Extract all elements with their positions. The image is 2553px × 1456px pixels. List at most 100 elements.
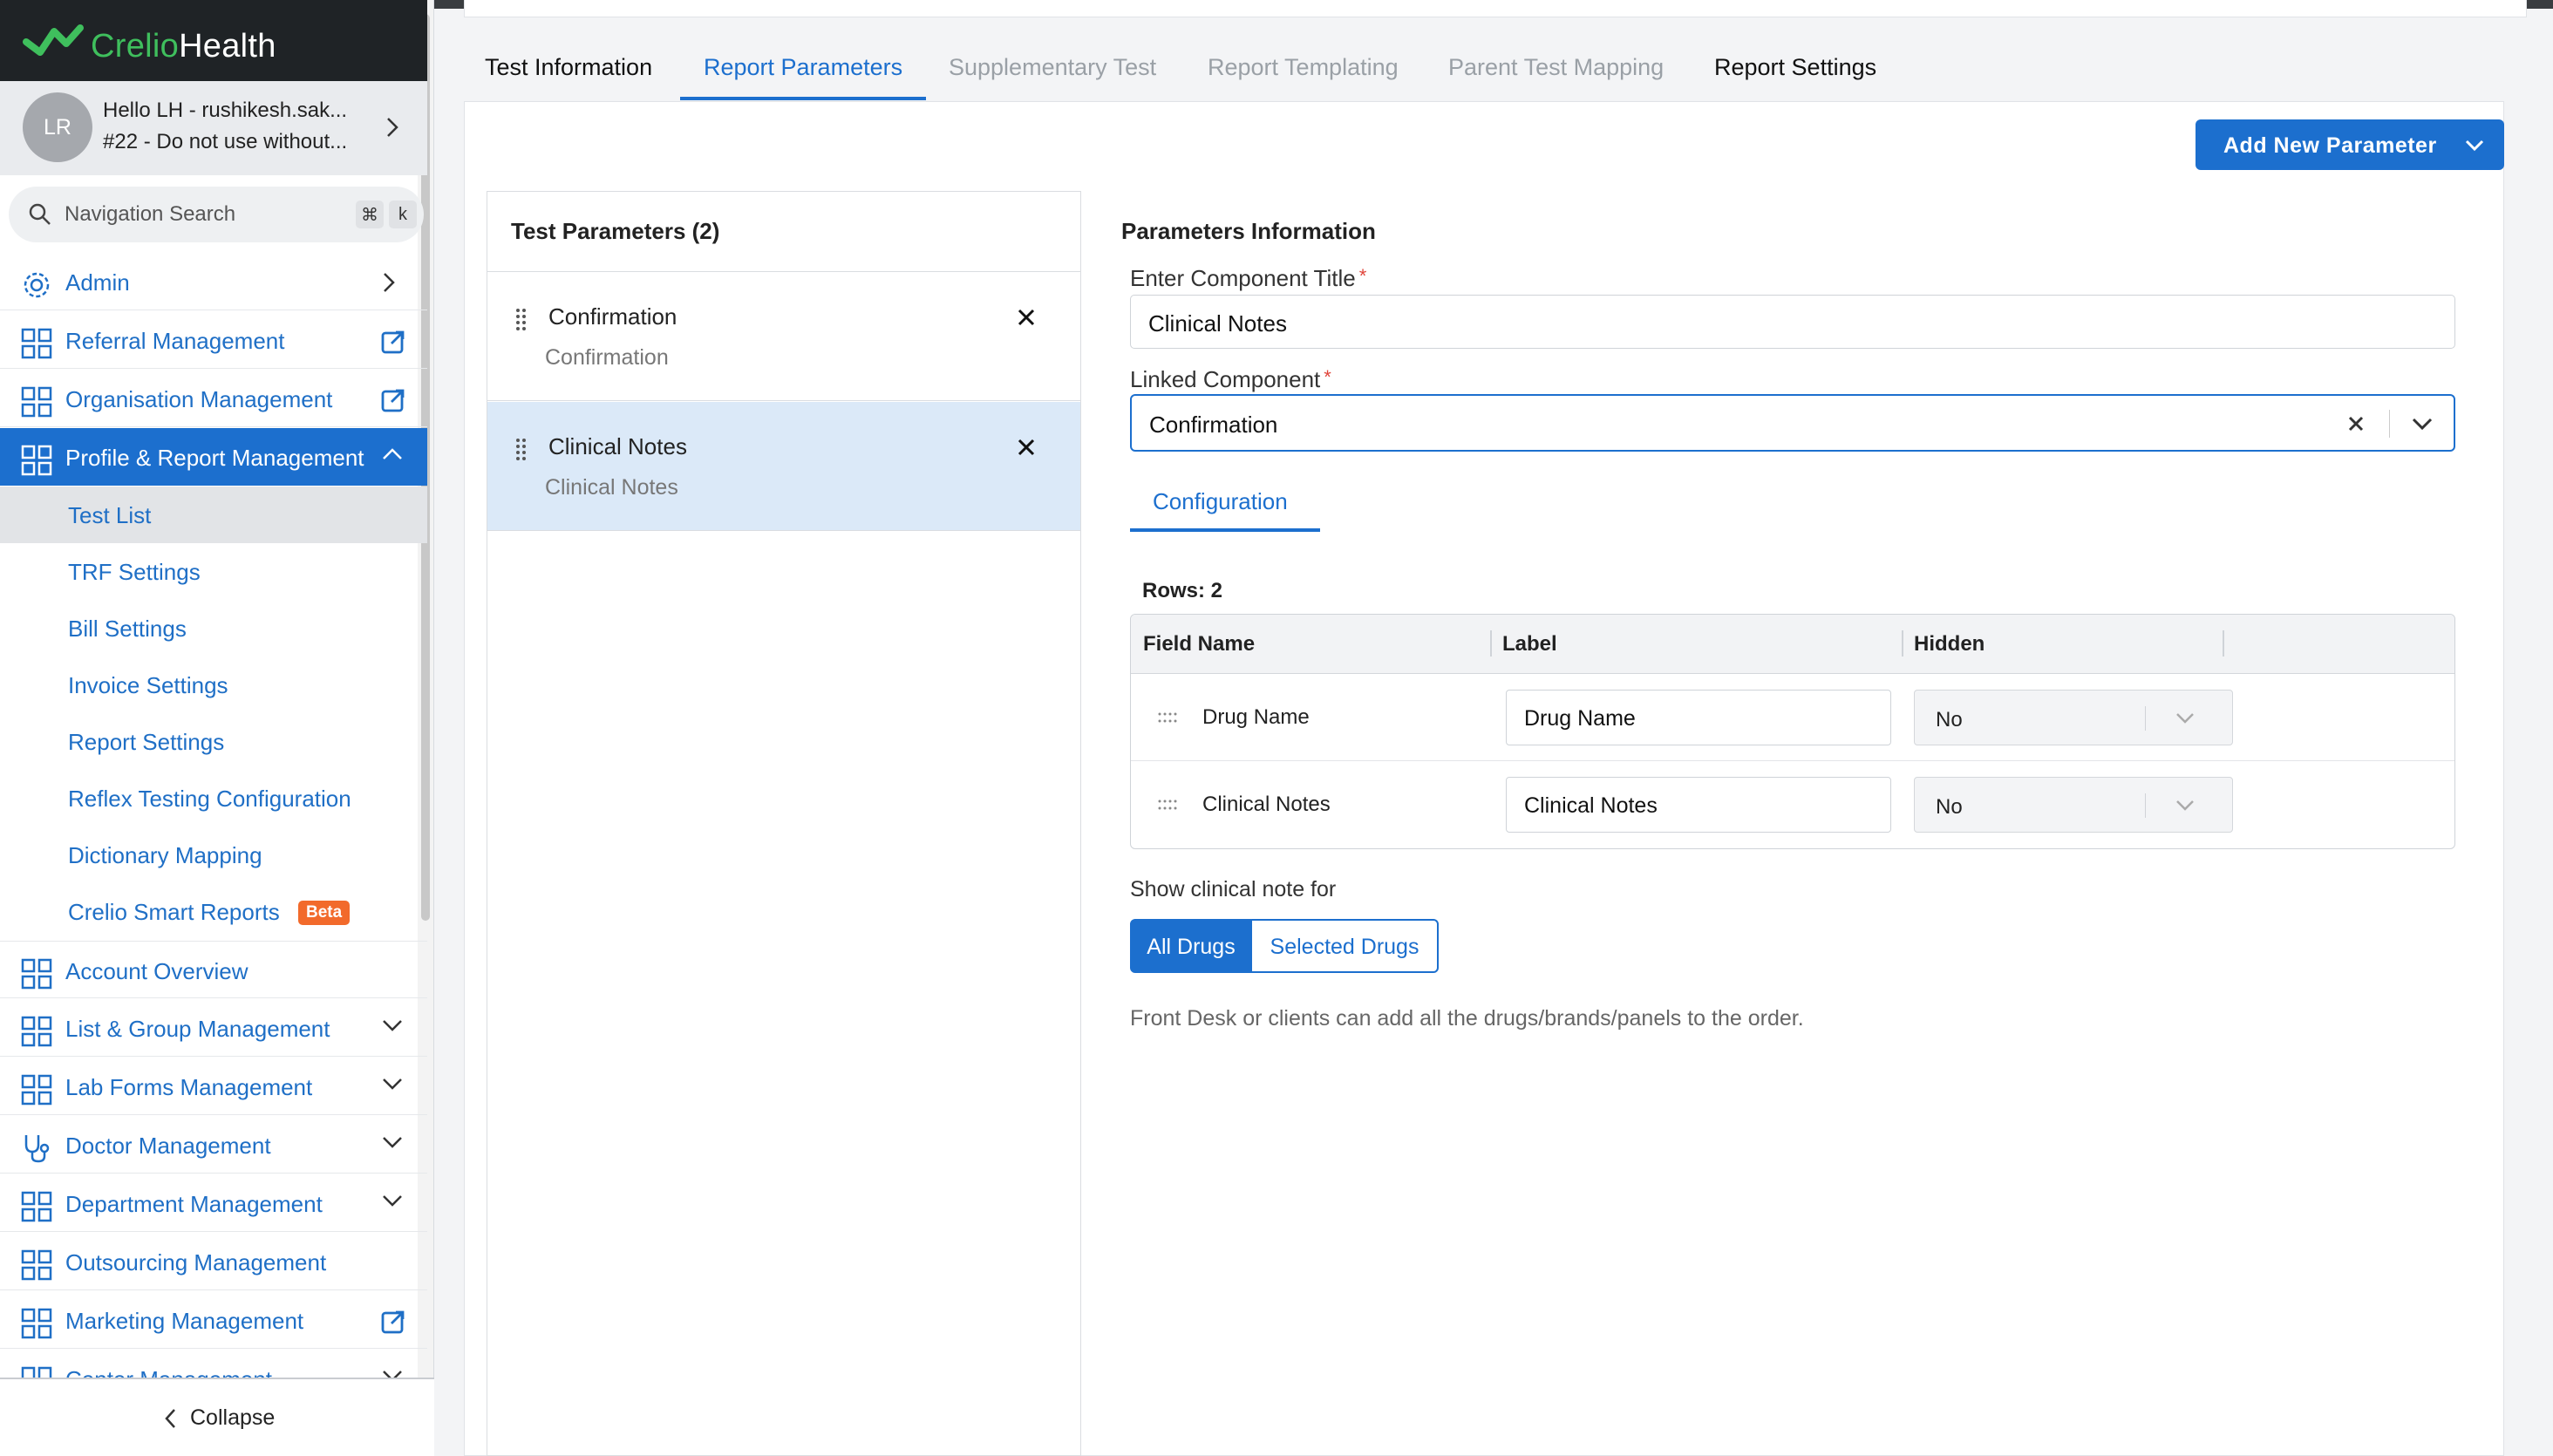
chevron-down-icon xyxy=(383,1371,402,1378)
parameter-name: Clinical Notes xyxy=(548,433,687,459)
parameter-item-confirmation[interactable]: Confirmation Confirmation xyxy=(487,272,1080,401)
add-new-parameter-button[interactable]: Add New Parameter xyxy=(2196,119,2504,170)
clear-icon[interactable] xyxy=(2345,413,2366,434)
sidebar-subitem-dictionary-mapping[interactable]: Dictionary Mapping xyxy=(0,827,427,883)
sidebar-item-department-management[interactable]: Department Management xyxy=(0,1174,427,1232)
sidebar-item-label: Center Management xyxy=(65,1366,272,1378)
drag-handle-icon[interactable] xyxy=(515,307,528,331)
chevron-right-icon xyxy=(387,118,398,137)
component-title-label: Enter Component Title * xyxy=(1130,265,1367,291)
label-input[interactable]: Drug Name xyxy=(1506,690,1891,745)
column-divider[interactable] xyxy=(1902,630,1903,657)
label-input[interactable]: Clinical Notes xyxy=(1506,777,1891,833)
sidebar-subitem-label: Reflex Testing Configuration xyxy=(68,786,351,812)
sidebar-item-label: Profile & Report Management xyxy=(65,445,364,471)
show-clinical-note-label: Show clinical note for xyxy=(1130,877,1337,901)
grid-icon xyxy=(21,1249,52,1281)
drag-handle-icon[interactable] xyxy=(1157,799,1178,811)
tab-report-parameters[interactable]: Report Parameters xyxy=(704,54,902,81)
required-asterisk: * xyxy=(1324,366,1331,388)
sidebar-item-admin[interactable]: Admin xyxy=(0,253,427,310)
sidebar-item-outsourcing-management[interactable]: Outsourcing Management xyxy=(0,1233,427,1290)
drag-handle-icon[interactable] xyxy=(515,437,528,461)
column-header-label: Label xyxy=(1502,632,1557,656)
sidebar-subitem-smart-reports[interactable]: Crelio Smart Reports Beta xyxy=(0,883,427,940)
label-input-value: Clinical Notes xyxy=(1524,793,1658,818)
sidebar-item-list-group-management[interactable]: List & Group Management xyxy=(0,999,427,1057)
tab-report-templating[interactable]: Report Templating xyxy=(1208,54,1399,81)
all-drugs-toggle[interactable]: All Drugs xyxy=(1130,919,1252,973)
sidebar-item-profile-report-management[interactable]: Profile & Report Management xyxy=(0,428,427,486)
collapse-label: Collapse xyxy=(190,1405,276,1430)
tab-report-settings[interactable]: Report Settings xyxy=(1714,54,1876,81)
parameters-information-title: Parameters Information xyxy=(1121,218,1376,244)
close-icon[interactable] xyxy=(1016,307,1037,328)
grid-icon xyxy=(21,386,52,418)
sidebar-subitem-label: Invoice Settings xyxy=(68,672,228,698)
chevron-right-icon xyxy=(384,273,395,292)
parameter-item-clinical-notes[interactable]: Clinical Notes Clinical Notes xyxy=(487,402,1080,531)
hidden-select-value: No xyxy=(1936,708,1963,731)
sidebar-item-doctor-management[interactable]: Doctor Management xyxy=(0,1116,427,1174)
table-row: Drug Name Drug Name No xyxy=(1131,674,2454,761)
hidden-select[interactable]: No xyxy=(1914,777,2233,833)
grid-icon xyxy=(21,328,52,359)
table-header: Field Name Label Hidden xyxy=(1131,615,2454,674)
sidebar-item-account-overview[interactable]: Account Overview xyxy=(0,941,427,998)
component-title-field[interactable]: Clinical Notes xyxy=(1130,295,2455,349)
linked-component-select[interactable]: Confirmation xyxy=(1130,394,2455,452)
column-divider[interactable] xyxy=(2223,630,2224,657)
tab-supplementary-test[interactable]: Supplementary Test xyxy=(949,54,1156,81)
field-name-cell: Drug Name xyxy=(1202,705,1310,729)
test-parameters-title: Test Parameters (2) xyxy=(511,218,720,244)
sidebar-subitem-label: TRF Settings xyxy=(68,559,201,585)
all-drugs-label: All Drugs xyxy=(1147,935,1236,959)
sidebar-item-referral-management[interactable]: Referral Management xyxy=(0,311,427,369)
sidebar-subitem-label: Crelio Smart Reports xyxy=(68,899,280,925)
sidebar-subitem-bill-settings[interactable]: Bill Settings xyxy=(0,600,427,657)
column-divider[interactable] xyxy=(1490,630,1492,657)
command-key-hint: ⌘ xyxy=(356,201,384,228)
k-key-hint: k xyxy=(389,201,417,228)
beta-badge: Beta xyxy=(298,901,351,925)
sidebar-subitem-trf-settings[interactable]: TRF Settings xyxy=(0,543,427,600)
grid-icon xyxy=(21,1074,52,1106)
chevron-down-icon[interactable] xyxy=(2410,415,2434,432)
grid-icon xyxy=(21,1366,52,1378)
selected-drugs-toggle[interactable]: Selected Drugs xyxy=(1250,919,1439,973)
crelio-check-logo-icon xyxy=(23,24,84,56)
sidebar-subitem-label: Dictionary Mapping xyxy=(68,842,262,868)
external-link-icon xyxy=(381,389,405,412)
tab-parent-test-mapping[interactable]: Parent Test Mapping xyxy=(1448,54,1664,81)
drag-handle-icon[interactable] xyxy=(1157,711,1178,724)
sidebar: CrelioHealth LR Hello LH - rushikesh.sak… xyxy=(0,0,434,1456)
column-header-hidden: Hidden xyxy=(1914,632,1985,656)
collapse-button[interactable]: Collapse xyxy=(0,1378,434,1456)
sidebar-subitem-test-list[interactable]: Test List xyxy=(0,486,427,543)
sidebar-subitem-report-settings[interactable]: Report Settings xyxy=(0,713,427,770)
sidebar-subitem-reflex-testing[interactable]: Reflex Testing Configuration xyxy=(0,770,427,827)
sidebar-item-lab-forms-management[interactable]: Lab Forms Management xyxy=(0,1058,427,1115)
sidebar-item-marketing-management[interactable]: Marketing Management xyxy=(0,1291,427,1349)
tab-configuration[interactable]: Configuration xyxy=(1153,488,1288,515)
external-link-icon xyxy=(381,1310,405,1334)
close-icon[interactable] xyxy=(1016,437,1037,458)
avatar: LR xyxy=(23,92,92,162)
user-card[interactable]: LR Hello LH - rushikesh.sak... #22 - Do … xyxy=(0,81,427,175)
select-divider xyxy=(2145,793,2146,818)
sidebar-item-label: List & Group Management xyxy=(65,1016,330,1042)
chevron-left-icon xyxy=(165,1409,175,1428)
sidebar-subitem-label: Report Settings xyxy=(68,729,225,755)
sidebar-item-organisation-management[interactable]: Organisation Management xyxy=(0,370,427,427)
sidebar-item-center-management[interactable]: Center Management xyxy=(0,1350,427,1378)
sidebar-subitem-invoice-settings[interactable]: Invoice Settings xyxy=(0,657,427,713)
navigation-search[interactable]: Navigation Search ⌘ k xyxy=(9,187,424,242)
rows-count: Rows: 2 xyxy=(1142,579,1223,602)
grid-icon xyxy=(21,1191,52,1222)
component-title-value: Clinical Notes xyxy=(1148,310,1287,337)
parameter-name: Confirmation xyxy=(548,303,677,330)
tab-test-information[interactable]: Test Information xyxy=(485,54,652,81)
parameter-subtitle: Confirmation xyxy=(545,345,669,370)
gear-icon xyxy=(24,272,50,298)
hidden-select[interactable]: No xyxy=(1914,690,2233,745)
